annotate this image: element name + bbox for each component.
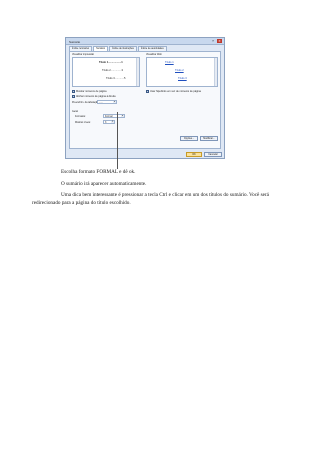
ok-button[interactable]: OK	[186, 152, 202, 157]
modify-button[interactable]: Modificar...	[200, 136, 218, 141]
question-icon[interactable]: ?	[211, 39, 215, 43]
print-preview-line: Título 2...............3	[102, 69, 123, 72]
levels-stepper[interactable]: 3 ⇕	[103, 120, 115, 124]
print-preview-line: Título 3.............5	[106, 77, 126, 80]
pointer-line	[117, 112, 118, 169]
web-preview-link[interactable]: Título 2	[175, 69, 184, 72]
tab-leader-label: Preenchim. da tabulação:	[72, 101, 100, 104]
web-preview-link[interactable]: Título 3	[178, 77, 187, 80]
web-preview-link[interactable]: Título 1	[165, 61, 174, 64]
cancel-button[interactable]: Cancelar	[204, 152, 222, 157]
instruction-line-1: Escolha formato FORMAL e dê ok.	[61, 169, 136, 175]
preview-scrollbar[interactable]	[214, 58, 217, 86]
show-page-numbers-checkbox[interactable]: ✓	[72, 90, 75, 93]
levels-label: Mostrar níveis:	[75, 121, 91, 124]
right-align-row[interactable]: ✓ Alinhar números de página à direita	[72, 95, 115, 98]
formats-value: Formal	[105, 115, 113, 118]
dialog-title-bar: Sumário ? ✕	[66, 38, 224, 45]
web-preview-box: Título 1 Título 2 Título 3	[146, 57, 218, 87]
print-preview-box: Título 1..................1 Título 2....…	[72, 57, 140, 87]
show-page-numbers-label: Mostrar números de página	[76, 90, 107, 93]
web-preview-label: Visualizar Web	[146, 53, 162, 56]
hyperlinks-checkbox[interactable]: ✓	[146, 90, 149, 93]
document-page: Sumário ? ✕ Índice remissivo Sumário Índ…	[0, 0, 320, 453]
instruction-line-2: O sumário irá aparecer automaticamente.	[61, 181, 147, 187]
chevron-down-icon: ▾	[113, 101, 116, 103]
toc-panel: Visualizar impressão Título 1...........…	[69, 51, 221, 149]
tab-leader-select[interactable]: ...... ▾	[97, 100, 117, 104]
dialog-title: Sumário	[69, 39, 81, 44]
formats-label: Formatos:	[75, 115, 86, 118]
print-preview-line: Título 1..................1	[99, 61, 123, 64]
right-align-checkbox[interactable]: ✓	[72, 95, 75, 98]
toc-dialog-screenshot: Sumário ? ✕ Índice remissivo Sumário Índ…	[65, 37, 225, 159]
tab-leader-value: ......	[99, 101, 103, 104]
preview-scrollbar[interactable]	[136, 58, 139, 86]
spinner-icon: ⇕	[111, 121, 114, 123]
show-page-numbers-row[interactable]: ✓ Mostrar números de página	[72, 90, 107, 93]
chevron-down-icon: ▾	[121, 115, 124, 117]
general-label: Geral	[72, 110, 78, 113]
levels-value: 3	[105, 121, 107, 124]
print-preview-label: Visualizar impressão	[72, 53, 95, 56]
close-icon[interactable]: ✕	[217, 39, 222, 43]
options-button[interactable]: Opções...	[180, 136, 198, 141]
instruction-paragraph: Uma dica bem interessante é pressionar a…	[32, 192, 269, 206]
formats-select[interactable]: Formal ▾	[103, 114, 125, 118]
hyperlinks-label: Usar hiperlinks em vez de números de pág…	[150, 90, 201, 93]
hyperlinks-row[interactable]: ✓ Usar hiperlinks em vez de números de p…	[146, 90, 201, 93]
right-align-label: Alinhar números de página à direita	[76, 95, 116, 98]
